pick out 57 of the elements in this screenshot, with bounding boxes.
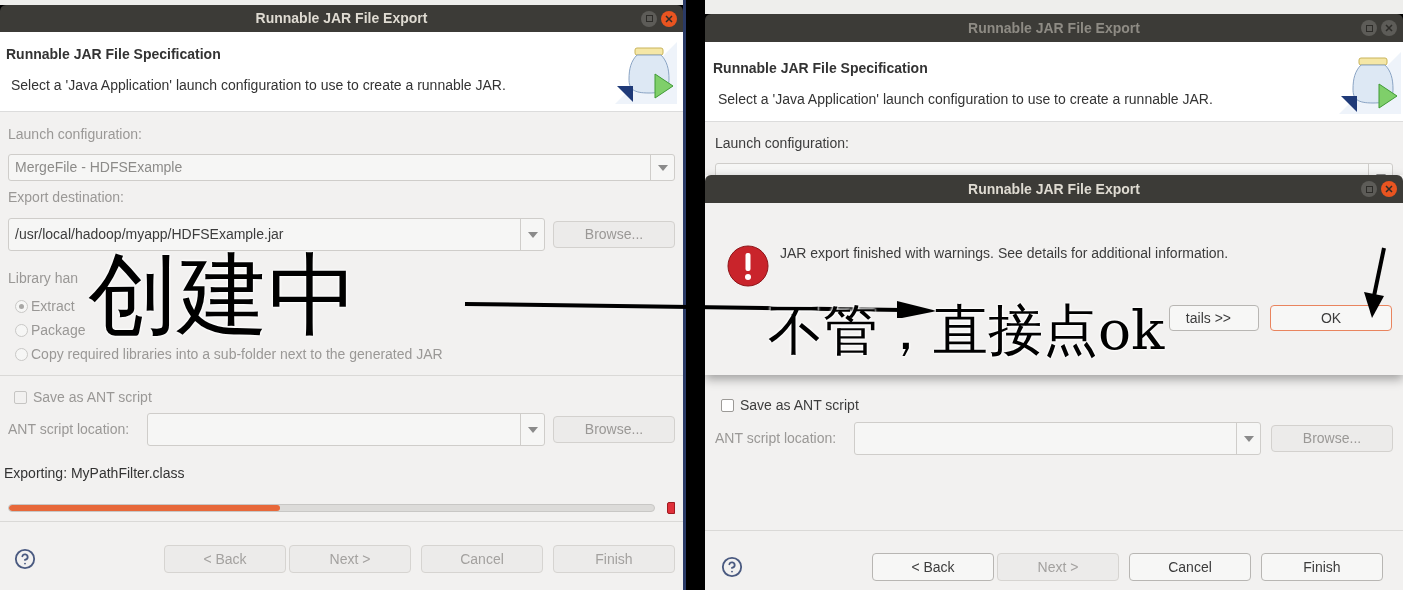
browse-button[interactable]: Browse...	[553, 221, 675, 248]
field-label: Export destination:	[8, 188, 125, 207]
wizard-button[interactable]: < Back	[872, 553, 994, 581]
jar-icon	[615, 42, 677, 104]
radio-label: Package	[31, 320, 86, 340]
jar-icon	[1339, 52, 1401, 114]
dropdown-icon[interactable]	[1243, 435, 1254, 442]
annotation-text: 创建中	[88, 250, 358, 340]
close-icon[interactable]	[661, 10, 677, 27]
field-label: Launch configuration:	[8, 125, 143, 144]
field-label: Launch configuration:	[715, 134, 850, 153]
error-icon	[727, 245, 769, 287]
page-title: Runnable JAR File Specification	[713, 59, 929, 78]
checkbox-label: Save as ANT script	[740, 395, 859, 415]
checkbox[interactable]	[721, 398, 734, 412]
maximize-icon[interactable]	[641, 10, 657, 27]
combo-value: /usr/local/hadoop/myapp/HDFSExample.jar	[15, 225, 284, 244]
maximize-icon[interactable]	[1361, 181, 1377, 197]
radio-button[interactable]	[15, 347, 28, 361]
help-icon[interactable]	[721, 556, 743, 578]
dialog-button[interactable]: tails >>	[1169, 305, 1259, 331]
help-icon[interactable]	[14, 548, 36, 570]
page-description: Select a 'Java Application' launch configuration to use to create a runnable JAR.	[718, 90, 1213, 109]
close-icon[interactable]	[1381, 20, 1397, 36]
combo-box[interactable]	[147, 413, 545, 446]
radio-label: Extract	[31, 296, 75, 316]
dropdown-icon[interactable]	[527, 426, 538, 433]
field-label: ANT script location:	[8, 420, 131, 439]
combo-value: MergeFile - HDFSExample	[15, 158, 183, 177]
maximize-icon[interactable]	[1361, 20, 1377, 36]
radio-label: Copy required libraries into a sub-folder next to the generated JAR	[31, 344, 443, 364]
status-text: Exporting: MyPathFilter.class	[4, 464, 186, 483]
annotation-text: 不管，直接点ok	[768, 303, 1165, 358]
combo-box[interactable]	[854, 422, 1261, 455]
radio-button[interactable]	[15, 323, 28, 337]
stop-icon[interactable]	[667, 502, 675, 514]
combo-box[interactable]: MergeFile - HDFSExample	[8, 154, 675, 181]
dropdown-icon[interactable]	[527, 231, 538, 238]
checkbox-label: Save as ANT script	[33, 387, 152, 407]
close-icon[interactable]	[1381, 181, 1397, 197]
browse-button[interactable]: Browse...	[1271, 425, 1393, 452]
page-title: Runnable JAR File Specification	[6, 45, 222, 64]
browse-button[interactable]: Browse...	[553, 416, 675, 443]
combo-box[interactable]: /usr/local/hadoop/myapp/HDFSExample.jar	[8, 218, 545, 251]
message-text: JAR export finished with warnings. See details for additional information.	[780, 244, 1229, 263]
field-label: ANT script location:	[715, 429, 838, 448]
dropdown-icon[interactable]	[657, 164, 668, 171]
checkbox[interactable]	[14, 390, 27, 404]
window-title: Runnable JAR File Export	[968, 179, 1140, 199]
wizard-button[interactable]: Finish	[1261, 553, 1383, 581]
window-title: Runnable JAR File Export	[968, 18, 1140, 38]
page-description: Select a 'Java Application' launch configuration to use to create a runnable JAR.	[11, 76, 506, 95]
wizard-button[interactable]: Cancel	[1129, 553, 1251, 581]
radio-button[interactable]	[15, 299, 28, 313]
section-label: Library han	[8, 269, 80, 288]
dialog-button[interactable]: OK	[1270, 305, 1392, 331]
window-title: Runnable JAR File Export	[255, 9, 428, 28]
